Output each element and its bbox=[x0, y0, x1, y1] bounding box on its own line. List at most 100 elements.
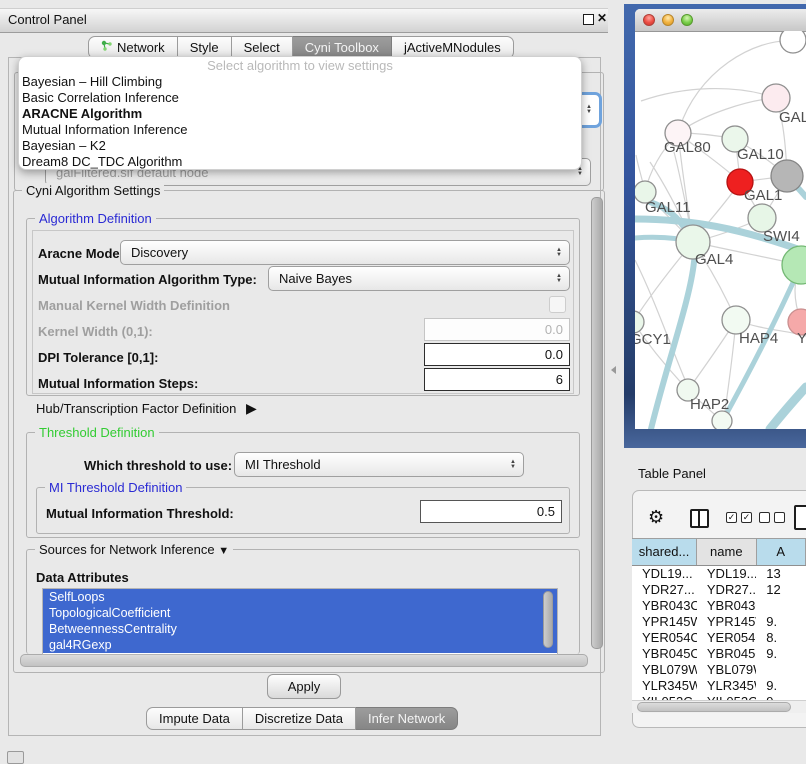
node-label-gal10: GAL10 bbox=[737, 146, 784, 163]
mi-steps-label: Mutual Information Steps: bbox=[38, 376, 198, 391]
window-minimize-icon[interactable] bbox=[662, 14, 674, 26]
node-label-gcy1: GCY1 bbox=[635, 331, 671, 348]
node-label-swi4: SWI4 bbox=[763, 228, 800, 245]
node-table[interactable]: shared...nameA YDL19...YDL19...13YDR27..… bbox=[632, 538, 806, 701]
network-edge-thick[interactable] bbox=[770, 387, 806, 429]
dpi-tolerance-field[interactable]: 0.0 bbox=[424, 343, 570, 366]
minimized-panel-icon[interactable] bbox=[7, 751, 24, 764]
gear-icon[interactable]: ⚙ bbox=[648, 507, 664, 528]
hub-definition-label: Hub/Transcription Factor Definition bbox=[36, 401, 236, 416]
mi-type-select[interactable]: Naive Bayes ▲▼ bbox=[268, 266, 570, 291]
tab-label: Cyni Toolbox bbox=[305, 37, 379, 58]
mi-type-label: Mutual Information Algorithm Type: bbox=[38, 272, 257, 287]
node-label-hap2: HAP2 bbox=[690, 396, 729, 413]
window-close-icon[interactable] bbox=[643, 14, 655, 26]
table-row[interactable]: YER054CYER054C8. bbox=[632, 630, 806, 646]
table-cell: 8. bbox=[756, 630, 806, 646]
table-cell: YBL079W bbox=[632, 662, 697, 678]
column-layout-icon[interactable] bbox=[690, 509, 709, 528]
which-threshold-select[interactable]: MI Threshold ▲▼ bbox=[234, 452, 524, 477]
apply-button[interactable]: Apply bbox=[267, 674, 341, 699]
mi-threshold-field[interactable]: 0.5 bbox=[420, 500, 562, 523]
tab-label: Infer Network bbox=[368, 708, 445, 729]
mi-threshold-value: 0.5 bbox=[537, 504, 555, 519]
tab-label: Network bbox=[117, 37, 165, 58]
combo-arrows-icon: ▲▼ bbox=[581, 105, 599, 115]
select-all-checkboxes-icon[interactable]: ✓✓ bbox=[726, 512, 752, 523]
dropdown-item[interactable]: ARACNE Algorithm bbox=[19, 106, 581, 122]
attribute-list-item[interactable]: TopologicalCoefficient bbox=[43, 605, 557, 621]
node-pink-top[interactable] bbox=[762, 84, 790, 112]
threshold-definition-title: Threshold Definition bbox=[35, 425, 159, 440]
network-canvas[interactable]: GALGAL80GAL10GAL1GAL11SWI4GAL4GCY1HAP4YH… bbox=[635, 31, 806, 429]
algorithm-definition-title: Algorithm Definition bbox=[35, 211, 156, 226]
table-cell: YDR27... bbox=[697, 582, 756, 598]
table-cell: YPR145W bbox=[632, 614, 697, 630]
network-edge[interactable] bbox=[641, 89, 776, 101]
table-horizontal-scrollbar[interactable] bbox=[637, 702, 791, 712]
split-divider-collapse-icon[interactable] bbox=[611, 366, 616, 374]
node-big-green[interactable] bbox=[782, 246, 806, 284]
sources-title[interactable]: Sources for Network Inference ▼ bbox=[35, 542, 233, 557]
mi-steps-value: 6 bbox=[556, 372, 563, 387]
attribute-list-item[interactable]: SelfLoops bbox=[43, 589, 557, 605]
combo-arrows-icon: ▲▼ bbox=[551, 248, 569, 258]
table-row[interactable]: YLR345WYLR345W9. bbox=[632, 678, 806, 694]
table-row[interactable]: YPR145WYPR145W9. bbox=[632, 614, 806, 630]
column-header[interactable]: A bbox=[757, 539, 806, 565]
window-zoom-icon[interactable] bbox=[681, 14, 693, 26]
export-table-icon[interactable] bbox=[794, 505, 806, 530]
tab-discretize-data[interactable]: Discretize Data bbox=[243, 707, 356, 730]
dropdown-item[interactable]: Mutual Information Inference bbox=[19, 122, 581, 138]
dropdown-item[interactable]: Dream8 DC_TDC Algorithm bbox=[19, 154, 581, 170]
node-gcy1[interactable] bbox=[635, 311, 644, 333]
column-header[interactable]: name bbox=[697, 539, 756, 565]
mi-threshold-title: MI Threshold Definition bbox=[45, 480, 186, 495]
node-bottom-small[interactable] bbox=[712, 411, 732, 429]
attribute-list-item[interactable]: BetweennessCentrality bbox=[43, 621, 557, 637]
tab-impute-data[interactable]: Impute Data bbox=[146, 707, 243, 730]
node-label-gal11: GAL11 bbox=[645, 199, 691, 216]
settings-horizontal-scrollbar[interactable] bbox=[20, 654, 588, 667]
data-attributes-list[interactable]: SelfLoopsTopologicalCoefficientBetweenne… bbox=[42, 588, 558, 655]
attribute-list-item[interactable]: gal4RGexp bbox=[43, 637, 557, 653]
dropdown-placeholder: Select algorithm to view settings bbox=[19, 57, 581, 74]
dropdown-item[interactable]: Bayesian – Hill Climbing bbox=[19, 74, 581, 90]
table-row[interactable]: YBL079WYBL079W bbox=[632, 662, 806, 678]
table-cell: 9. bbox=[756, 678, 806, 694]
table-row[interactable]: YDL19...YDL19...13 bbox=[632, 566, 806, 582]
table-cell: YDL19... bbox=[697, 566, 756, 582]
aracne-mode-label: Aracne Mode: bbox=[38, 246, 124, 261]
node-label-gal: GAL bbox=[779, 109, 806, 126]
table-cell: YBL079W bbox=[697, 662, 756, 678]
table-row[interactable]: YDR27...YDR27...12 bbox=[632, 582, 806, 598]
close-icon[interactable]: ✕ bbox=[597, 11, 607, 25]
collapse-down-icon: ▼ bbox=[218, 545, 229, 557]
hub-definition-toggle[interactable]: Hub/Transcription Factor Definition ▶ bbox=[36, 400, 257, 417]
dropdown-item[interactable]: Bayesian – K2 bbox=[19, 138, 581, 154]
node-top-partial[interactable] bbox=[780, 31, 806, 53]
aracne-mode-select[interactable]: Discovery ▲▼ bbox=[120, 240, 570, 265]
kernel-width-field[interactable]: 0.0 bbox=[424, 318, 570, 341]
attributes-list-scrollbar[interactable] bbox=[543, 591, 553, 648]
dropdown-item[interactable]: Basic Correlation Inference bbox=[19, 90, 581, 106]
mi-steps-field[interactable]: 6 bbox=[424, 368, 570, 391]
table-cell: YBR045C bbox=[632, 646, 697, 662]
table-body: YDL19...YDL19...13YDR27...YDR27...12YBR0… bbox=[632, 566, 806, 701]
node-label-gal1: GAL1 bbox=[744, 187, 782, 204]
table-row[interactable]: YBR043CYBR043C bbox=[632, 598, 806, 614]
node-label-y: Y bbox=[797, 330, 806, 347]
table-header: shared...nameA bbox=[632, 539, 806, 566]
network-window-titlebar[interactable] bbox=[635, 9, 806, 32]
node-label-gal4: GAL4 bbox=[695, 251, 733, 268]
table-cell: 9. bbox=[756, 614, 806, 630]
manual-kernel-checkbox[interactable] bbox=[549, 296, 566, 313]
table-cell: YER054C bbox=[697, 630, 756, 646]
table-row[interactable]: YBR045CYBR045C9. bbox=[632, 646, 806, 662]
tab-infer-network[interactable]: Infer Network bbox=[356, 707, 458, 730]
network-edge[interactable] bbox=[678, 98, 776, 133]
deselect-all-checkboxes-icon[interactable] bbox=[759, 512, 785, 523]
column-header[interactable]: shared... bbox=[632, 539, 697, 565]
float-panel-icon[interactable] bbox=[583, 14, 594, 25]
settings-vertical-scrollbar[interactable] bbox=[591, 197, 603, 649]
